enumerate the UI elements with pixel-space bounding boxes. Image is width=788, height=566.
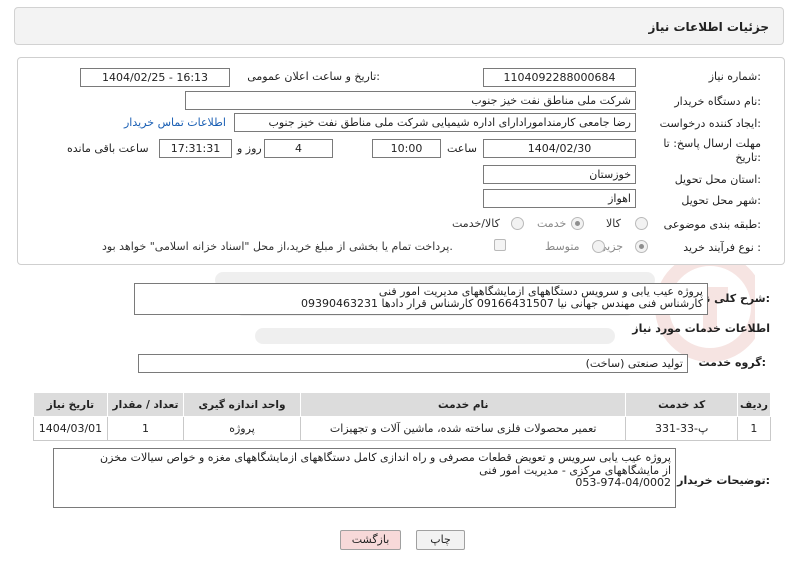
summary-line-2: کارشناس فنی مهندس جهانی نیا 09166431507 … (301, 297, 703, 310)
cell-row: 1 (736, 416, 772, 441)
category-radio-service[interactable] (571, 217, 584, 230)
category-option-goods-service: کالا/خدمت (452, 217, 500, 230)
cell-quantity: 1 (106, 416, 185, 441)
need-number-label: شماره نیاز: (708, 70, 761, 83)
province-label: استان محل تحویل: (674, 173, 761, 186)
deadline-date-label: تاریخ: (735, 151, 761, 164)
remaining-days-field: 4 (264, 139, 333, 158)
deadline-time-label: ساعت (447, 142, 477, 155)
buyer-contact-link[interactable]: اطلاعات تماس خریدار (124, 116, 226, 129)
table-row: 1404/03/01 1 پروژه تعمیر محصولات فلزی سا… (33, 416, 772, 441)
process-radio-minor[interactable] (635, 240, 648, 253)
cell-unit: پروژه (183, 416, 301, 441)
process-radio-medium[interactable] (592, 240, 605, 253)
cell-date: 1404/03/01 (33, 416, 108, 441)
category-option-goods: کالا (606, 217, 621, 230)
category-option-service: خدمت (537, 217, 567, 230)
col-service-code: کد خدمت (625, 392, 738, 417)
col-service-name: نام خدمت (299, 392, 627, 417)
service-group-field: تولید صنعتی (ساخت) (138, 354, 688, 373)
category-radio-goods[interactable] (635, 217, 648, 230)
buyer-org-field: شرکت ملی مناطق نفت خیز جنوب (185, 91, 636, 110)
treasury-payment-note: پرداخت تمام یا بخشی از مبلغ خرید،از محل … (102, 240, 453, 253)
city-label: شهر محل تحویل: (681, 194, 761, 207)
announce-date-field: 1404/02/25 - 16:13 (80, 68, 230, 87)
days-label: روز و (237, 142, 262, 155)
buyer-notes-label: توضیحات خریدار: (677, 474, 770, 487)
col-date: تاریخ نیاز (33, 392, 108, 417)
requester-label: ایجاد کننده درخواست: (659, 117, 761, 130)
cell-service-code: پ-33-331 (625, 416, 738, 441)
city-field: اهواز (483, 189, 636, 208)
buyer-org-label: نام دستگاه خریدار: (674, 95, 761, 108)
deadline-date-field: 1404/02/30 (483, 139, 636, 158)
page-header: جزئیات اطلاعات نیاز (14, 7, 784, 45)
print-button[interactable]: چاپ (416, 530, 465, 550)
need-info-panel (17, 57, 785, 265)
col-row: ردیف (736, 392, 772, 417)
page-title: جزئیات اطلاعات نیاز (648, 20, 769, 34)
category-radio-goods-service[interactable] (511, 217, 524, 230)
process-label: نوع فرآیند خرید : (683, 241, 761, 254)
announce-date-label: تاریخ و ساعت اعلان عمومی: (247, 70, 380, 83)
remaining-time-field: 17:31:31 (159, 139, 232, 158)
services-table-header: تاریخ نیاز تعداد / مقدار واحد اندازه گیر… (33, 392, 772, 417)
service-group-label: گروه خدمت: (698, 356, 766, 369)
back-button[interactable]: بازگشت (340, 530, 401, 550)
province-field: خوزستان (483, 165, 636, 184)
process-option-medium: متوسط (545, 240, 580, 253)
deadline-label: مهلت ارسال پاسخ: تا (663, 137, 761, 150)
summary-textarea: پروژه عیب یابی و سرویس دستگاههای ازمایشگ… (134, 283, 708, 315)
col-quantity: تعداد / مقدار (106, 392, 185, 417)
treasury-payment-checkbox[interactable] (494, 239, 506, 251)
services-section-title: اطلاعات خدمات مورد نیاز (632, 322, 770, 335)
deadline-time-field: 10:00 (372, 139, 441, 158)
cell-service-name: تعمیر محصولات فلزی ساخته شده، ماشین آلات… (299, 416, 627, 441)
services-table: تاریخ نیاز تعداد / مقدار واحد اندازه گیر… (33, 392, 772, 441)
need-number-field: 1104092288000684 (483, 68, 636, 87)
buyer-notes-line-1: پروژه عیب یابی سرویس و تعویض قطعات مصرفی… (100, 451, 671, 464)
col-unit: واحد اندازه گیری (183, 392, 301, 417)
category-label: طبقه بندی موضوعی: (663, 218, 761, 231)
requester-field: رضا جامعی کارمندامورادارای اداره شیمیایی… (234, 113, 636, 132)
buyer-notes-line-3: 053-974-04/0002 (575, 476, 671, 489)
remaining-label: ساعت باقی مانده (67, 142, 149, 155)
buyer-notes-textarea: پروژه عیب یابی سرویس و تعویض قطعات مصرفی… (53, 448, 676, 508)
